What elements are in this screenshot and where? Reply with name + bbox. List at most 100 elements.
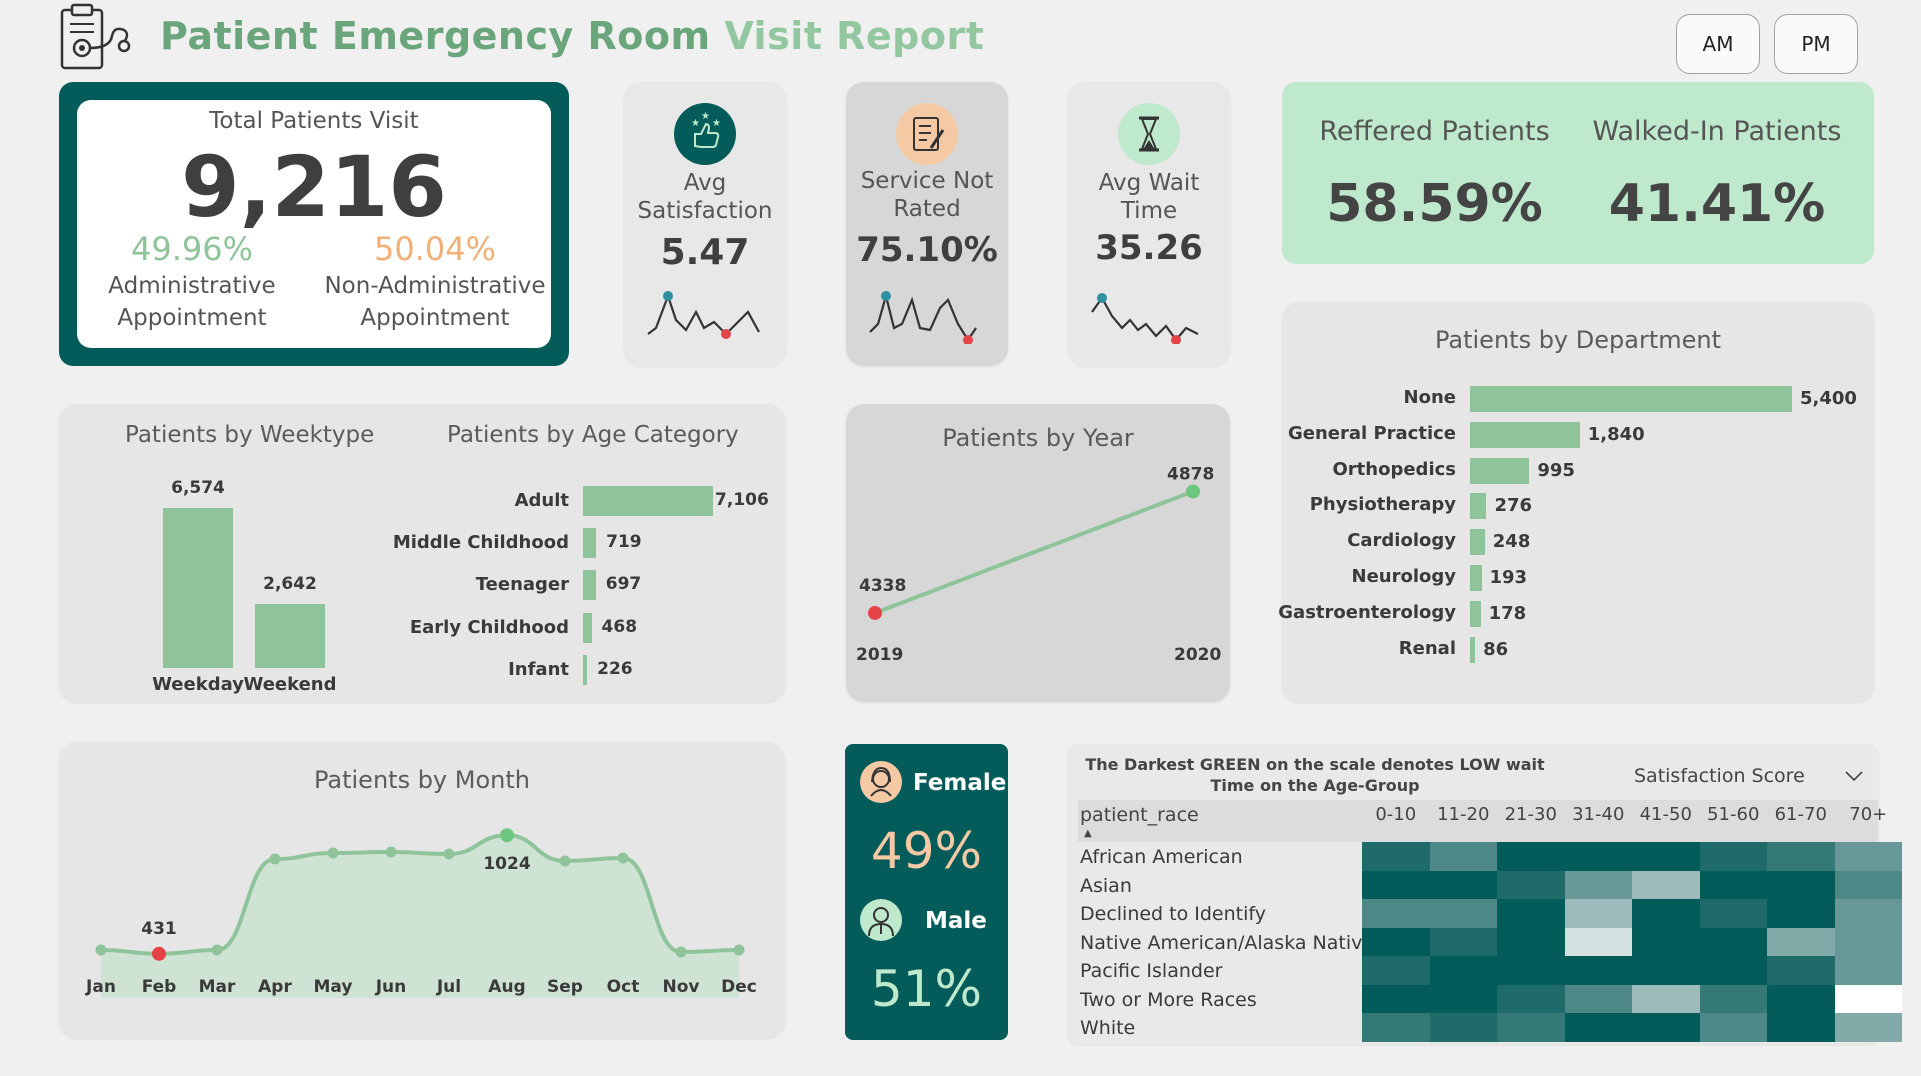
heatmap-cell[interactable] bbox=[1632, 984, 1700, 1013]
heatmap-cell[interactable] bbox=[1834, 842, 1902, 871]
heatmap-cell[interactable] bbox=[1699, 899, 1767, 928]
dept-bar[interactable] bbox=[1470, 421, 1580, 448]
heatmap-cell[interactable] bbox=[1429, 899, 1497, 928]
row-header[interactable]: patient_race bbox=[1080, 804, 1199, 826]
heatmap-cell[interactable] bbox=[1497, 1013, 1565, 1042]
heatmap-cell[interactable] bbox=[1834, 956, 1902, 985]
dept-bar[interactable] bbox=[1470, 457, 1530, 484]
heatmap-cell[interactable] bbox=[1429, 842, 1497, 871]
dept-label: Physiotherapy bbox=[1309, 494, 1456, 516]
heatmap-cell[interactable] bbox=[1834, 870, 1902, 899]
dept-bar[interactable] bbox=[1470, 636, 1476, 663]
month-point[interactable] bbox=[95, 944, 107, 956]
heatmap-cell[interactable] bbox=[1767, 899, 1835, 928]
heatmap-cell[interactable] bbox=[1497, 927, 1565, 956]
heatmap-cell[interactable] bbox=[1564, 927, 1632, 956]
heatmap-cell[interactable] bbox=[1767, 956, 1835, 985]
month-point[interactable] bbox=[211, 944, 223, 956]
heatmap-cell[interactable] bbox=[1362, 927, 1430, 956]
heatmap-cell[interactable] bbox=[1699, 842, 1767, 871]
age-bar[interactable] bbox=[583, 486, 713, 516]
heatmap-cell[interactable] bbox=[1767, 1013, 1835, 1042]
dept-bar[interactable] bbox=[1470, 565, 1482, 591]
heatmap-cell[interactable] bbox=[1699, 1013, 1767, 1042]
heatmap-cell[interactable] bbox=[1362, 984, 1430, 1013]
heatmap-cell[interactable] bbox=[1564, 1013, 1632, 1042]
month-point[interactable] bbox=[385, 846, 397, 858]
heatmap-col-header[interactable]: 41-50 bbox=[1632, 804, 1700, 825]
heatmap-cell[interactable] bbox=[1429, 956, 1497, 985]
year-point[interactable] bbox=[1186, 484, 1200, 499]
heatmap-cell[interactable] bbox=[1564, 899, 1632, 928]
heatmap-cell[interactable] bbox=[1632, 956, 1700, 985]
year-chart: 4338 2019 4878 2020 bbox=[856, 464, 1221, 665]
heatmap-col-header[interactable]: 11-20 bbox=[1430, 804, 1498, 825]
heatmap-cell[interactable] bbox=[1767, 927, 1835, 956]
month-point[interactable] bbox=[733, 944, 745, 956]
heatmap-cell[interactable] bbox=[1497, 870, 1565, 899]
am-button[interactable]: AM bbox=[1676, 14, 1760, 74]
heatmap-cell[interactable] bbox=[1834, 1013, 1902, 1042]
heatmap-cell[interactable] bbox=[1497, 984, 1565, 1013]
heatmap-cell[interactable] bbox=[1699, 927, 1767, 956]
heatmap-cell[interactable] bbox=[1429, 927, 1497, 956]
heatmap-cell[interactable] bbox=[1767, 984, 1835, 1013]
heatmap-cell[interactable] bbox=[1429, 1013, 1497, 1042]
heatmap-cell[interactable] bbox=[1362, 956, 1430, 985]
heatmap-cell[interactable] bbox=[1497, 956, 1565, 985]
heatmap-col-header[interactable]: 70+ bbox=[1835, 804, 1903, 825]
heatmap-cell[interactable] bbox=[1362, 870, 1430, 899]
heatmap-cell[interactable] bbox=[1362, 842, 1430, 871]
heatmap-cell[interactable] bbox=[1834, 927, 1902, 956]
heatmap-cell[interactable] bbox=[1699, 870, 1767, 899]
heatmap-cell[interactable] bbox=[1767, 842, 1835, 871]
heatmap-cell[interactable] bbox=[1632, 927, 1700, 956]
heatmap-cell[interactable] bbox=[1497, 899, 1565, 928]
month-point[interactable] bbox=[327, 847, 339, 859]
heatmap-cell[interactable] bbox=[1362, 1013, 1430, 1042]
heatmap-col-header[interactable]: 31-40 bbox=[1565, 804, 1633, 825]
year-point[interactable] bbox=[868, 605, 882, 620]
heatmap-cell[interactable] bbox=[1564, 842, 1632, 871]
heatmap-cell[interactable] bbox=[1834, 984, 1902, 1013]
heatmap-cell[interactable] bbox=[1497, 842, 1565, 871]
sort-asc-icon[interactable]: ▲ bbox=[1084, 828, 1092, 839]
age-bar[interactable] bbox=[583, 654, 588, 685]
heatmap-col-header[interactable]: 0-10 bbox=[1362, 804, 1430, 825]
heatmap-cell[interactable] bbox=[1632, 842, 1700, 871]
month-point[interactable] bbox=[675, 946, 687, 958]
heatmap-col-header[interactable]: 51-60 bbox=[1700, 804, 1768, 825]
heatmap-col-header[interactable]: 61-70 bbox=[1767, 804, 1835, 825]
weektype-bar[interactable] bbox=[163, 508, 233, 668]
heatmap-cell[interactable] bbox=[1564, 870, 1632, 899]
month-point[interactable] bbox=[152, 946, 166, 961]
dept-bar[interactable] bbox=[1470, 600, 1481, 627]
heatmap-cell[interactable] bbox=[1834, 899, 1902, 928]
month-point[interactable] bbox=[269, 853, 281, 865]
heatmap-cell[interactable] bbox=[1564, 984, 1632, 1013]
pm-button[interactable]: PM bbox=[1774, 14, 1858, 74]
heatmap-cell[interactable] bbox=[1632, 870, 1700, 899]
age-bar[interactable] bbox=[583, 528, 597, 559]
heatmap-cell[interactable] bbox=[1699, 956, 1767, 985]
metric-dropdown[interactable]: Satisfaction Score bbox=[1626, 756, 1872, 796]
dept-bar[interactable] bbox=[1470, 529, 1485, 556]
heatmap-col-header[interactable]: 21-30 bbox=[1497, 804, 1565, 825]
heatmap-cell[interactable] bbox=[1632, 899, 1700, 928]
heatmap-cell[interactable] bbox=[1564, 956, 1632, 985]
weektype-bar[interactable] bbox=[255, 603, 325, 668]
month-point[interactable] bbox=[617, 852, 629, 864]
month-point[interactable] bbox=[559, 855, 571, 867]
heatmap-cell[interactable] bbox=[1429, 870, 1497, 899]
heatmap-cell[interactable] bbox=[1767, 870, 1835, 899]
heatmap-cell[interactable] bbox=[1429, 984, 1497, 1013]
age-bar[interactable] bbox=[583, 570, 596, 601]
heatmap-cell[interactable] bbox=[1699, 984, 1767, 1013]
month-point[interactable] bbox=[500, 828, 514, 843]
age-bar[interactable] bbox=[583, 612, 592, 643]
month-point[interactable] bbox=[443, 848, 455, 860]
dept-bar[interactable] bbox=[1470, 493, 1487, 520]
heatmap-cell[interactable] bbox=[1632, 1013, 1700, 1042]
dept-bar[interactable] bbox=[1470, 386, 1792, 412]
heatmap-cell[interactable] bbox=[1362, 899, 1430, 928]
